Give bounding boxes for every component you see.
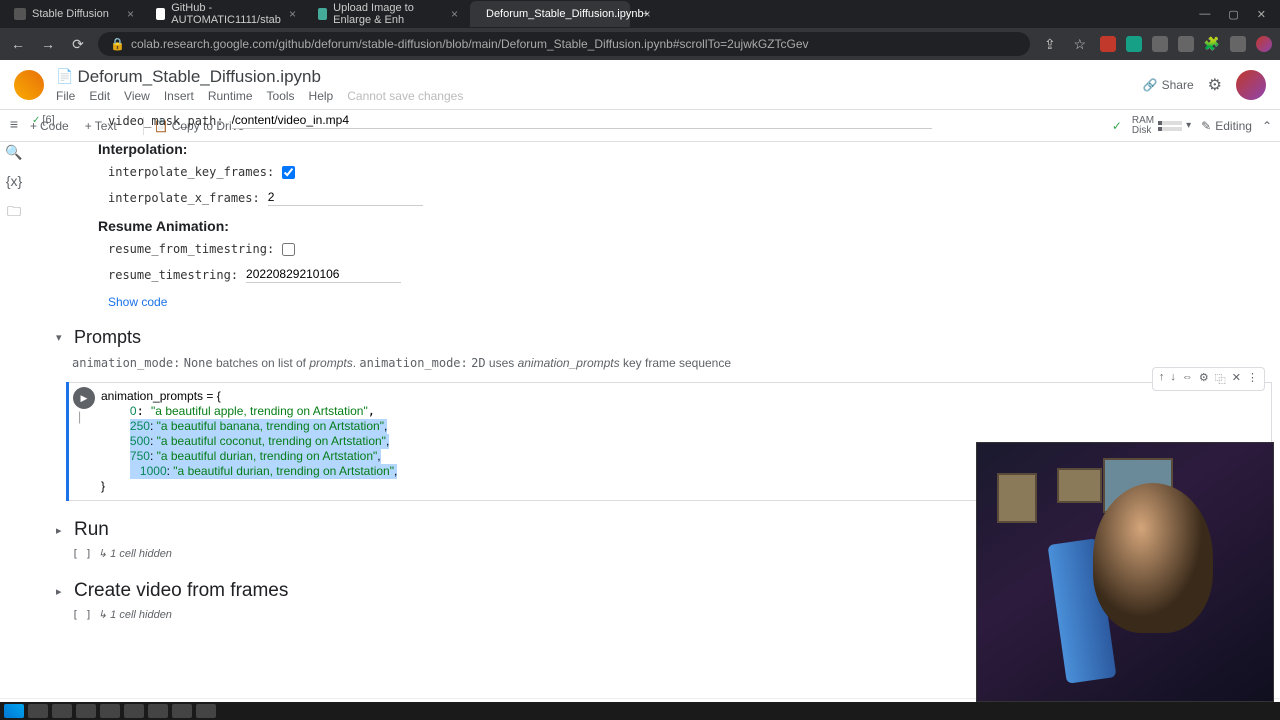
gear-icon[interactable]: ⚙ — [1199, 371, 1209, 387]
section-prompts[interactable]: ▾Prompts — [28, 317, 1280, 352]
link-icon: 🔗 — [1143, 78, 1158, 92]
star-icon[interactable]: ☆ — [1070, 36, 1090, 53]
colab-logo-icon[interactable] — [14, 70, 44, 100]
task-item[interactable] — [76, 704, 96, 718]
menu-file[interactable]: File — [56, 89, 75, 103]
puzzle-icon[interactable]: 🧩 — [1204, 36, 1220, 52]
resume-from-timestring-checkbox[interactable] — [282, 243, 295, 256]
menu-help[interactable]: Help — [309, 89, 334, 103]
collapse-icon[interactable]: ▾ — [56, 331, 68, 344]
close-icon[interactable]: × — [127, 7, 134, 21]
menu-tools[interactable]: Tools — [267, 89, 295, 103]
cell-toolbar: ↑ ↓ ⇔ ⚙ ⿻ ✕ ⋮ — [1152, 367, 1265, 391]
doc-title[interactable]: 📄Deforum_Stable_Diffusion.ipynb — [56, 67, 1143, 87]
section-description: animation_mode: None batches on list of … — [28, 352, 1280, 378]
menu-runtime[interactable]: Runtime — [208, 89, 253, 103]
section-header: Resume Animation: — [28, 214, 1280, 240]
task-item[interactable] — [28, 704, 48, 718]
check-icon: ✓ — [32, 115, 40, 126]
share-button[interactable]: 🔗Share — [1143, 78, 1194, 92]
profile-icon[interactable] — [1256, 36, 1272, 52]
menu-bar: File Edit View Insert Runtime Tools Help… — [56, 89, 1143, 103]
save-state: Cannot save changes — [347, 89, 463, 103]
run-cell-button[interactable]: ▶ — [73, 387, 95, 409]
url-text: colab.research.google.com/github/deforum… — [131, 37, 809, 51]
close-icon[interactable]: ✕ — [1257, 8, 1266, 21]
ext-icon[interactable] — [1178, 36, 1194, 52]
expand-icon[interactable]: ▸ — [56, 524, 68, 537]
close-icon[interactable]: × — [289, 7, 296, 21]
window-controls: — ▢ ✕ — [1199, 8, 1276, 21]
task-item[interactable] — [52, 704, 72, 718]
left-sidebar: ≡ 🔍 {x} 🗀 — [0, 110, 28, 225]
back-icon[interactable]: ← — [8, 36, 28, 52]
browser-tab-active[interactable]: Deforum_Stable_Diffusion.ipynb× — [470, 1, 630, 27]
extensions: 🧩 — [1100, 36, 1272, 52]
forward-icon[interactable]: → — [38, 36, 58, 52]
param-label: interpolate_x_frames: — [108, 191, 260, 205]
search-icon[interactable]: 🔍 — [5, 144, 22, 161]
start-button[interactable] — [4, 704, 24, 718]
param-label: resume_from_timestring: — [108, 242, 274, 256]
resume-timestring-input[interactable] — [246, 266, 401, 283]
address-bar: ← → ⟳ 🔒 colab.research.google.com/github… — [0, 28, 1280, 60]
folder-icon[interactable]: 🗀 — [7, 201, 21, 225]
task-item[interactable] — [172, 704, 192, 718]
toc-icon[interactable]: ≡ — [10, 116, 18, 132]
share-icon[interactable]: ⇪ — [1040, 36, 1060, 53]
ext-icon[interactable] — [1230, 36, 1246, 52]
lock-icon: 🔒 — [110, 37, 125, 51]
browser-tab[interactable]: Stable Diffusion× — [4, 1, 144, 27]
mirror-icon[interactable]: ⿻ — [1215, 371, 1226, 387]
interpolate-key-frames-checkbox[interactable] — [282, 166, 295, 179]
variables-icon[interactable]: {x} — [6, 173, 22, 189]
ext-icon[interactable] — [1152, 36, 1168, 52]
windows-taskbar — [0, 702, 1280, 720]
ext-icon[interactable] — [1126, 36, 1142, 52]
cell-number: [6] — [42, 114, 54, 126]
menu-view[interactable]: View — [124, 89, 150, 103]
browser-tab-bar: Stable Diffusion× GitHub - AUTOMATIC1111… — [0, 0, 1280, 28]
avatar[interactable] — [1236, 70, 1266, 100]
param-label: video_mask_path: — [108, 114, 224, 128]
browser-tab[interactable]: GitHub - AUTOMATIC1111/stab× — [146, 1, 306, 27]
more-icon[interactable]: ⋮ — [1247, 371, 1258, 387]
section-header: Interpolation: — [28, 137, 1280, 163]
webcam-overlay — [976, 442, 1274, 702]
interpolate-x-frames-input[interactable] — [268, 189, 423, 206]
show-code-link[interactable]: Show code — [28, 291, 1280, 317]
maximize-icon[interactable]: ▢ — [1228, 8, 1238, 21]
notebook-icon: 📄 — [56, 68, 73, 85]
param-label: interpolate_key_frames: — [108, 165, 274, 179]
colab-header: 📄Deforum_Stable_Diffusion.ipynb File Edi… — [0, 60, 1280, 110]
menu-edit[interactable]: Edit — [89, 89, 110, 103]
expand-icon[interactable]: ▸ — [56, 585, 68, 598]
task-item[interactable] — [124, 704, 144, 718]
close-icon[interactable]: × — [644, 7, 651, 21]
param-label: resume_timestring: — [108, 268, 238, 282]
gutter-mark: ⎮ — [77, 413, 82, 424]
minimize-icon[interactable]: — — [1199, 8, 1210, 21]
move-down-icon[interactable]: ↓ — [1170, 371, 1176, 387]
url-input[interactable]: 🔒 colab.research.google.com/github/defor… — [98, 32, 1030, 56]
move-up-icon[interactable]: ↑ — [1159, 371, 1165, 387]
task-item[interactable] — [100, 704, 120, 718]
close-icon[interactable]: × — [451, 7, 458, 21]
video-mask-path-input[interactable] — [232, 112, 932, 129]
reload-icon[interactable]: ⟳ — [68, 36, 88, 53]
delete-icon[interactable]: ✕ — [1232, 371, 1241, 387]
browser-tab[interactable]: Upload Image to Enlarge & Enh× — [308, 1, 468, 27]
menu-insert[interactable]: Insert — [164, 89, 194, 103]
link-icon[interactable]: ⇔ — [1182, 371, 1193, 387]
task-item[interactable] — [148, 704, 168, 718]
task-item[interactable] — [196, 704, 216, 718]
gear-icon[interactable]: ⚙ — [1208, 75, 1222, 95]
ext-icon[interactable] — [1100, 36, 1116, 52]
